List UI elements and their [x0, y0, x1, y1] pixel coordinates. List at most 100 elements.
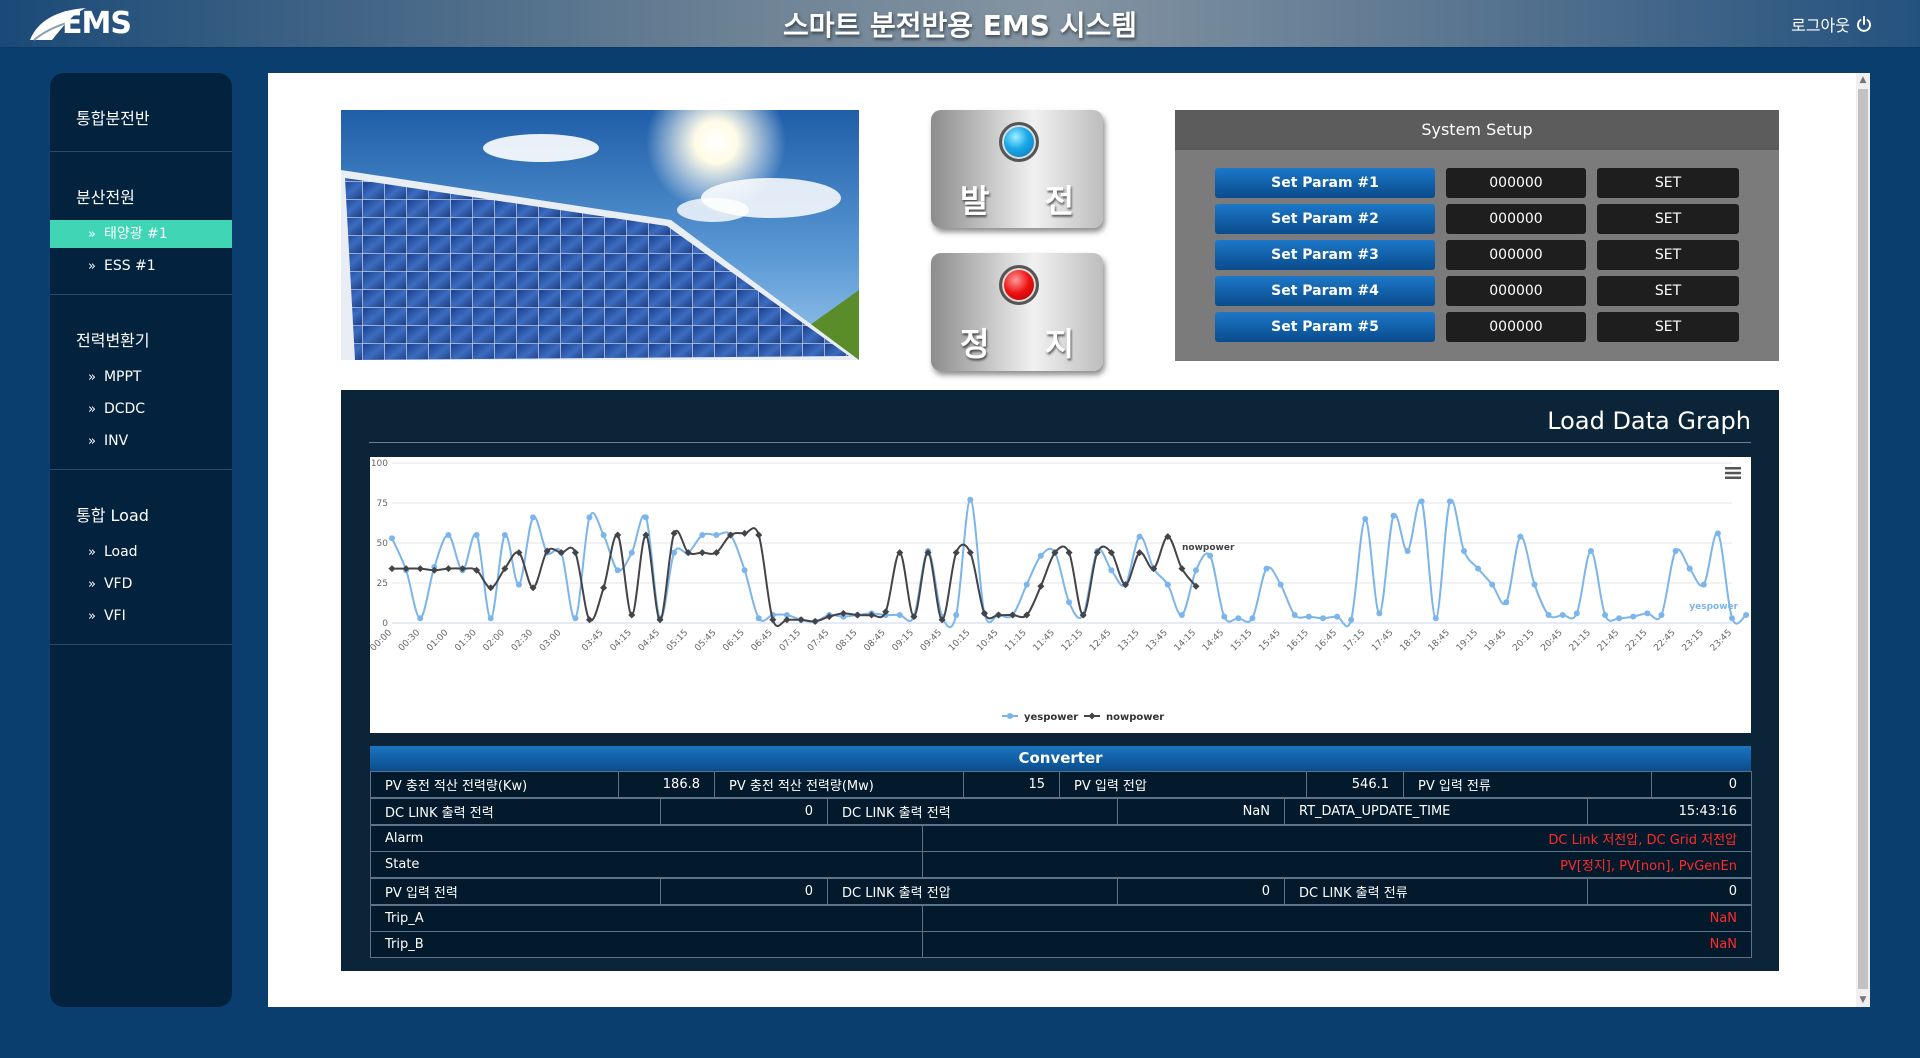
- x-tick-label: 05:15: [665, 628, 690, 653]
- converter-table-trip: Trip_A NaN Trip_B NaN: [370, 905, 1752, 958]
- stop-label: 정 지: [959, 325, 1097, 363]
- cell-label: DC LINK 출력 전압: [827, 878, 1118, 905]
- y-tick-label: 100: [371, 459, 388, 469]
- param-3-value[interactable]: 000000: [1446, 240, 1586, 270]
- converter-table-row2: DC LINK 출력 전력 0 DC LINK 출력 전력 NaN RT_DAT…: [370, 798, 1752, 825]
- data-point-nowpower: [571, 549, 579, 557]
- x-tick-label: 00:30: [397, 628, 423, 654]
- double-chevron-right-icon: »: [88, 545, 96, 560]
- sidebar-group-title[interactable]: 통합 Load: [50, 488, 232, 534]
- x-tick-label: 22:45: [1652, 628, 1677, 653]
- scroll-thumb[interactable]: [1858, 89, 1868, 989]
- table-row: DC LINK 출력 전력 0 DC LINK 출력 전력 NaN RT_DAT…: [370, 798, 1752, 825]
- sidebar-item-vfi[interactable]: » VFI: [50, 602, 232, 630]
- x-tick-label: 04:15: [608, 628, 633, 653]
- data-point-yespower: [1432, 615, 1439, 622]
- data-point-nowpower: [952, 549, 960, 557]
- converter-panel: Converter PV 충전 적산 전력량(Kw) 186.8 PV 충전 적…: [370, 746, 1752, 958]
- sidebar-item-dcdc[interactable]: » DCDC: [50, 395, 232, 423]
- x-tick-label: 17:45: [1370, 628, 1395, 653]
- sidebar-group-title[interactable]: 분산전원: [50, 170, 232, 216]
- x-tick-label: 18:45: [1427, 628, 1452, 653]
- set-param-2-button[interactable]: Set Param #2: [1215, 204, 1435, 234]
- param-4-value[interactable]: 000000: [1446, 276, 1586, 306]
- set-5-button[interactable]: SET: [1597, 312, 1739, 342]
- data-point-nowpower: [811, 617, 819, 625]
- cell-label: PV 입력 전류: [1403, 771, 1652, 798]
- sidebar-item-ess-1[interactable]: » ESS #1: [50, 252, 232, 280]
- data-point-yespower: [1418, 498, 1425, 505]
- sidebar-item-label: VFI: [103, 608, 126, 624]
- param-5-value[interactable]: 000000: [1446, 312, 1586, 342]
- set-param-3-button[interactable]: Set Param #3: [1215, 240, 1435, 270]
- data-point-yespower: [1235, 615, 1242, 622]
- sidebar: 통합분전반 분산전원 » 태양광 #1 » ESS #1 전력변환기 » MPPT »…: [50, 73, 232, 1007]
- sidebar-item-integrated-panel[interactable]: 통합분전반: [50, 91, 232, 137]
- cell-label: PV 입력 전압: [1059, 771, 1307, 798]
- data-point-nowpower: [783, 616, 791, 624]
- x-tick-label: 16:15: [1286, 628, 1311, 653]
- set-2-button[interactable]: SET: [1597, 204, 1739, 234]
- cell-value: 0: [1651, 771, 1752, 798]
- set-4-button[interactable]: SET: [1597, 276, 1739, 306]
- table-row: PV 충전 적산 전력량(Kw) 186.8 PV 충전 적산 전력량(Mw) …: [370, 771, 1752, 798]
- x-tick-label: 01:00: [425, 628, 451, 654]
- sidebar-item-load[interactable]: » Load: [50, 538, 232, 566]
- table-row: Alarm DC Link 저전압, DC Grid 저전압: [370, 825, 1752, 852]
- sidebar-item-mppt[interactable]: » MPPT: [50, 363, 232, 391]
- data-point-yespower: [1573, 610, 1580, 617]
- page-title: 스마트 분전반용 EMS 시스템: [782, 9, 1137, 42]
- data-point-yespower: [1531, 581, 1538, 588]
- set-1-button[interactable]: SET: [1597, 168, 1739, 198]
- data-point-yespower: [967, 496, 974, 503]
- series-end-label: yespower: [1689, 602, 1738, 612]
- data-point-yespower: [614, 567, 621, 574]
- cell-label: RT_DATA_UPDATE_TIME: [1284, 798, 1588, 825]
- scroll-down-arrow-icon[interactable]: ▼: [1856, 993, 1870, 1007]
- cell-value: 0: [660, 798, 828, 825]
- sidebar-item-solar-1[interactable]: » 태양광 #1: [50, 220, 232, 248]
- data-point-yespower: [1517, 533, 1524, 540]
- data-point-yespower: [1616, 615, 1623, 622]
- set-param-1-button[interactable]: Set Param #1: [1215, 168, 1435, 198]
- data-point-yespower: [1136, 533, 1143, 540]
- data-point-yespower: [1164, 581, 1171, 588]
- set-param-4-button[interactable]: Set Param #4: [1215, 276, 1435, 306]
- x-tick-label: 17:15: [1342, 628, 1367, 653]
- load-graph-panel: Load Data Graph 0 25 50 75 100 00:00 00:30 01:0…: [341, 390, 1779, 971]
- set-param-5-button[interactable]: Set Param #5: [1215, 312, 1435, 342]
- x-tick-label: 12:15: [1060, 628, 1085, 653]
- x-tick-label: 21:15: [1568, 628, 1593, 653]
- x-tick-label: 02:30: [510, 628, 536, 654]
- data-point-yespower: [1630, 613, 1637, 620]
- legend-label: yespower: [1024, 712, 1078, 723]
- param-1-value[interactable]: 000000: [1446, 168, 1586, 198]
- divider: [369, 442, 1751, 443]
- double-chevron-right-icon: »: [88, 259, 96, 274]
- x-tick-label: 05:45: [693, 628, 718, 653]
- data-point-yespower: [1207, 552, 1214, 559]
- data-point-yespower: [1362, 516, 1369, 522]
- series-end-label: nowpower: [1182, 543, 1235, 553]
- param-2-value[interactable]: 000000: [1446, 204, 1586, 234]
- sidebar-item-vfd[interactable]: » VFD: [50, 570, 232, 598]
- trip-b-value: NaN: [922, 931, 1752, 958]
- scroll-up-arrow-icon[interactable]: ▲: [1856, 73, 1870, 87]
- sidebar-item-inv[interactable]: » INV: [50, 427, 232, 455]
- chart-menu-icon[interactable]: [1725, 466, 1741, 480]
- alarm-value: DC Link 저전압, DC Grid 저전압: [922, 825, 1752, 852]
- stop-button[interactable]: 정 지: [931, 253, 1103, 371]
- data-point-yespower: [1108, 567, 1115, 574]
- logout-button[interactable]: 로그아웃: [1791, 12, 1872, 36]
- data-point-yespower: [1587, 548, 1594, 554]
- sidebar-item-label: Load: [103, 544, 138, 560]
- system-setup-title: System Setup: [1175, 110, 1779, 150]
- generate-button[interactable]: 발 전: [931, 110, 1103, 228]
- set-3-button[interactable]: SET: [1597, 240, 1739, 270]
- system-setup-panel: System Setup Set Param #1 000000 SET Set…: [1175, 110, 1779, 361]
- vertical-scrollbar[interactable]: ▲ ▼: [1856, 73, 1870, 1007]
- trip-a-value: NaN: [922, 905, 1752, 932]
- double-chevron-right-icon: »: [88, 577, 96, 592]
- data-point-yespower: [1545, 612, 1552, 618]
- sidebar-group-title[interactable]: 전력변환기: [50, 313, 232, 359]
